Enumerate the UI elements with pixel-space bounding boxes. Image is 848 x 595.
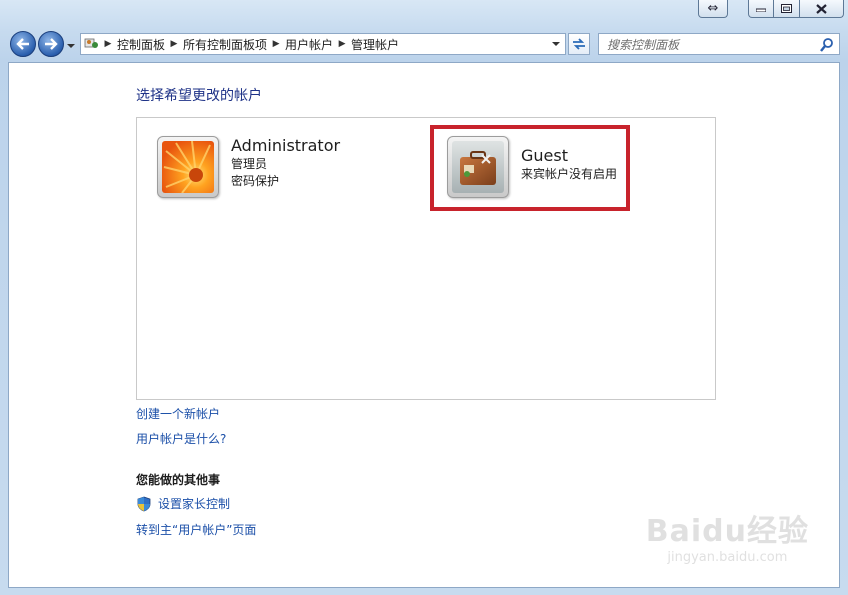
address-bar[interactable]: ▶ 控制面板 ▶ 所有控制面板项 ▶ 用户帐户 ▶ 管理帐户 (80, 33, 566, 55)
parental-control-link[interactable]: 设置家长控制 (136, 495, 230, 512)
control-panel-icon (83, 36, 101, 52)
breadcrumb-separator-icon[interactable]: ▶ (335, 39, 349, 49)
watermark-logo: Baidu经验 (645, 514, 809, 549)
goto-main-accounts-link[interactable]: 转到主“用户帐户”页面 (136, 521, 256, 538)
parental-control-label[interactable]: 设置家长控制 (158, 495, 230, 512)
arrow-right-icon (45, 38, 58, 50)
content-pane: 选择希望更改的帐户 Administrator 管理员 密码保护 Guest 来… (8, 62, 840, 588)
maximize-icon (781, 4, 792, 13)
forward-button[interactable] (38, 31, 64, 57)
page-title: 选择希望更改的帐户 (136, 88, 262, 104)
account-type: 管理员 (231, 157, 268, 171)
breadcrumb-user-accounts[interactable]: 用户帐户 (283, 36, 335, 53)
caption-buttons (748, 0, 844, 18)
window-frame: ⇔ ▶ 控制面板 ▶ 所有控制面板项 ▶ 用户帐户 ▶ 管理帐户 搜索控制面板 … (0, 0, 848, 595)
shield-icon (137, 496, 151, 511)
other-tasks-heading: 您能做的其他事 (136, 473, 221, 487)
minimize-button[interactable] (748, 0, 774, 18)
breadcrumb-all-items[interactable]: 所有控制面板项 (181, 36, 269, 53)
create-account-link[interactable]: 创建一个新帐户 (136, 405, 220, 422)
watermark: Baidu经验 jingyan.baidu.com (646, 506, 809, 565)
back-button[interactable] (10, 31, 36, 57)
breadcrumb-manage-accounts[interactable]: 管理帐户 (349, 36, 401, 53)
search-input[interactable]: 搜索控制面板 (607, 36, 679, 53)
accounts-list: Administrator 管理员 密码保护 Guest 来宾帐户没有启用 (136, 117, 716, 400)
breadcrumb-separator-icon[interactable]: ▶ (167, 39, 181, 49)
chevron-down-icon (552, 42, 560, 46)
refresh-button[interactable] (568, 33, 590, 55)
chevron-down-icon (67, 44, 75, 48)
search-icon[interactable] (819, 37, 835, 53)
account-info: Administrator 管理员 密码保护 (231, 136, 340, 190)
refresh-icon (573, 38, 585, 50)
close-icon (816, 3, 827, 14)
close-button[interactable] (800, 0, 844, 18)
watermark-url: jingyan.baidu.com (667, 550, 788, 565)
account-status: 密码保护 (231, 174, 280, 188)
address-dropdown-button[interactable] (549, 37, 563, 51)
snap-button[interactable]: ⇔ (698, 0, 728, 18)
breadcrumb-separator-icon[interactable]: ▶ (101, 39, 115, 49)
recent-pages-button[interactable] (66, 40, 76, 50)
snap-icon: ⇔ (707, 1, 719, 16)
account-name[interactable]: Administrator (231, 136, 340, 156)
breadcrumb-control-panel[interactable]: 控制面板 (115, 36, 167, 53)
maximize-button[interactable] (774, 0, 800, 18)
account-administrator[interactable]: Administrator 管理员 密码保护 (157, 136, 340, 198)
flower-avatar-icon (162, 141, 214, 193)
breadcrumb-separator-icon[interactable]: ▶ (269, 39, 283, 49)
what-is-account-link[interactable]: 用户帐户是什么? (136, 430, 226, 447)
navigation-bar: ▶ 控制面板 ▶ 所有控制面板项 ▶ 用户帐户 ▶ 管理帐户 搜索控制面板 (8, 30, 840, 58)
arrow-left-icon (16, 38, 29, 50)
highlight-annotation (430, 125, 630, 211)
avatar[interactable] (157, 136, 219, 198)
minimize-icon (756, 8, 766, 12)
search-box[interactable]: 搜索控制面板 (598, 33, 840, 55)
